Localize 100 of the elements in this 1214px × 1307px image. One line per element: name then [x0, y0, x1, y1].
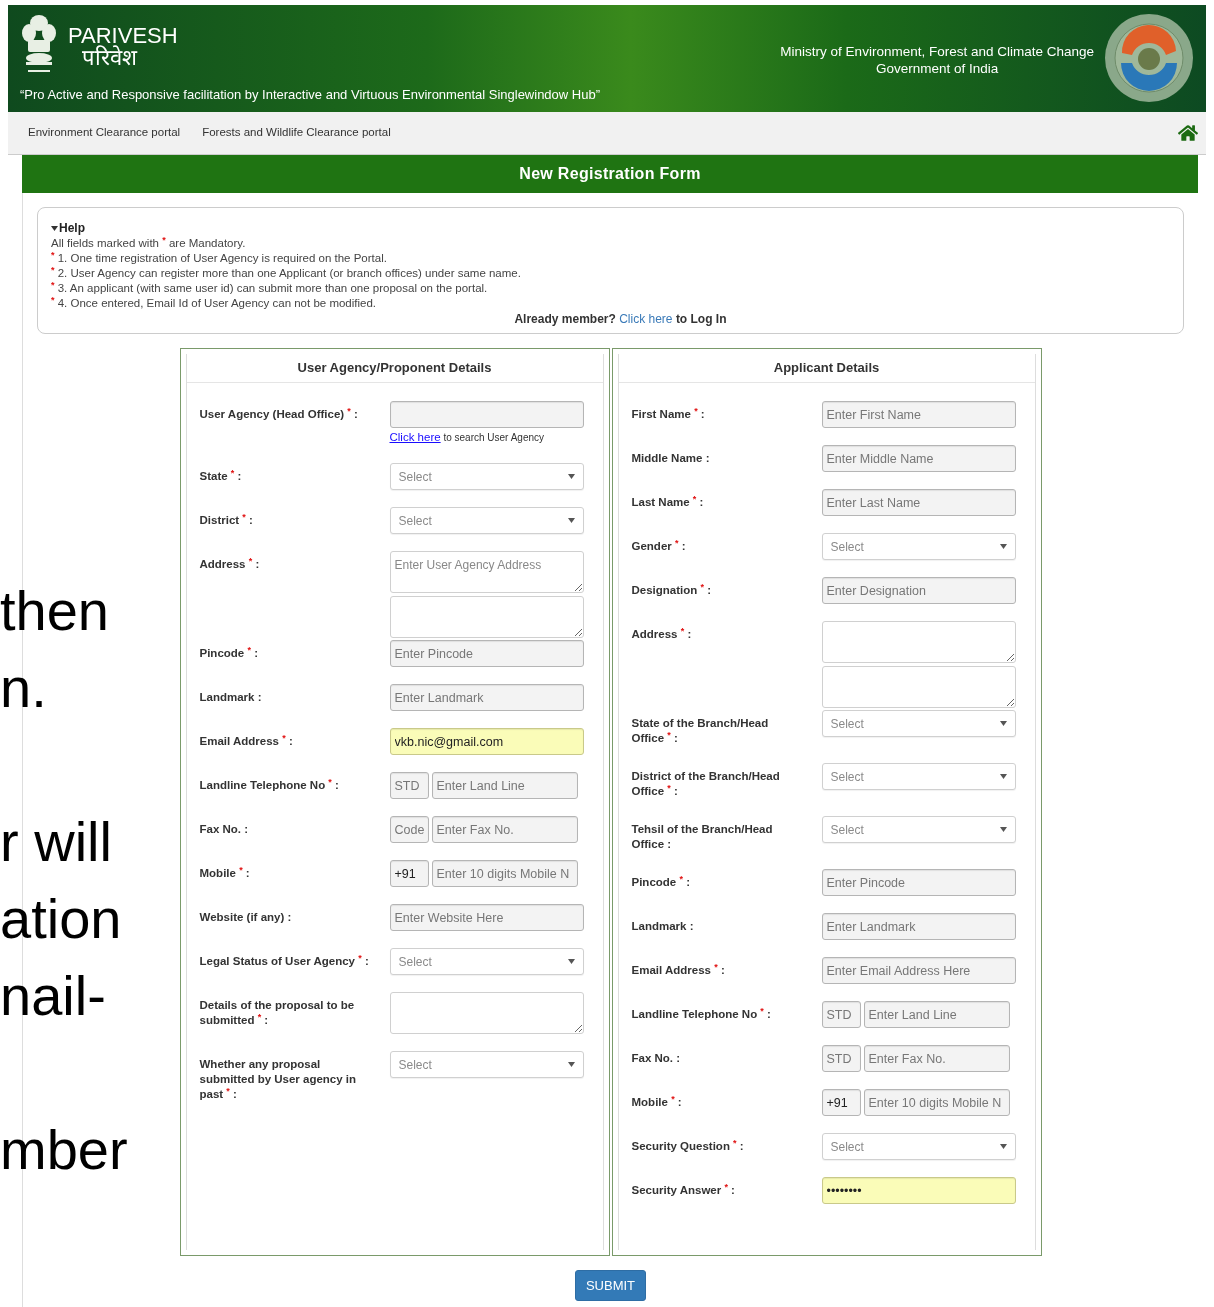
help-text: All fields marked with $^{*}$ are Mandatory.: [51, 236, 247, 251]
field-label: Email Address $^{*}$ :: [199, 735, 293, 748]
text-input[interactable]: Enter Land Line: [863, 1001, 1010, 1028]
text-input[interactable]: Enter Land Line: [431, 772, 578, 800]
slide-text: r will: [0, 809, 113, 875]
submit-button[interactable]: SUBMIT: [574, 1270, 647, 1301]
prefix-input[interactable]: STD: [821, 1001, 861, 1028]
select-field[interactable]: Select: [821, 816, 1016, 843]
address-area[interactable]: Enter User Agency Address: [389, 551, 584, 594]
text-input[interactable]: Enter Fax No.: [431, 816, 578, 844]
address-area[interactable]: [821, 666, 1016, 708]
field-label: Last Name $^{*}$ :: [631, 496, 704, 508]
field-label: Landmark :: [199, 691, 262, 704]
text-input[interactable]: Enter Landmark: [389, 684, 584, 712]
slide-text: n.: [0, 655, 48, 721]
field-label: Tehsil of the Branch/Head Office :: [631, 823, 773, 850]
text-input[interactable]: Enter Fax No.: [863, 1045, 1010, 1072]
field-label: Pincode $^{*}$ :: [199, 647, 258, 660]
slide-text: ation: [0, 886, 123, 952]
select-field[interactable]: Select: [389, 507, 584, 535]
field-label: Details of the proposal to be submitted $^{*}$ :: [199, 999, 355, 1027]
emblem-logo: [20, 13, 58, 75]
select-field[interactable]: Select: [821, 1133, 1016, 1160]
text-input[interactable]: Enter Landmark: [821, 913, 1016, 940]
field-label: Email Address $^{*}$ :: [631, 964, 725, 976]
prefix-input[interactable]: STD: [389, 772, 429, 800]
text-input[interactable]: Enter Designation: [821, 577, 1016, 604]
field-label: Landline Telephone No $^{*}$ :: [631, 1008, 771, 1020]
text-input[interactable]: [389, 401, 584, 428]
text-input[interactable]: Enter Pincode: [389, 640, 584, 668]
caret-icon: [567, 474, 575, 480]
caret-icon: [567, 518, 575, 524]
slide-text: then: [0, 578, 110, 644]
prefix-input[interactable]: +91: [821, 1089, 861, 1116]
caret-icon: [999, 774, 1007, 779]
login-link[interactable]: Click here: [619, 312, 673, 326]
site-title-hindi: परिवेश: [82, 47, 139, 69]
prefix-input[interactable]: +91: [389, 860, 429, 888]
government-name: Government of India: [876, 60, 999, 77]
field-label: Whether any proposal submitted by User agency in past $^{*}$ :: [199, 1058, 357, 1101]
caret-icon: [567, 959, 575, 965]
panel-title: User Agency/Proponent Details: [297, 359, 492, 378]
field-label: Middle Name :: [631, 452, 710, 464]
field-label: Fax No. :: [199, 823, 249, 836]
field-label: Address $^{*}$ :: [631, 628, 692, 640]
select-field[interactable]: Select: [389, 463, 584, 491]
select-field[interactable]: Select: [821, 763, 1016, 790]
login-prompt: Already member? Click here to Log In: [514, 312, 727, 327]
select-field[interactable]: Select: [389, 1051, 584, 1079]
home-icon[interactable]: [1178, 124, 1198, 142]
search-link[interactable]: Click here: [389, 431, 441, 443]
text-input[interactable]: Enter Pincode: [821, 869, 1016, 896]
field-label: Mobile $^{*}$ :: [199, 867, 250, 880]
help-toggle[interactable]: Help: [51, 221, 85, 236]
text-input[interactable]: Enter 10 digits Mobile N: [863, 1089, 1010, 1116]
nav-link[interactable]: Environment Clearance portal: [28, 124, 181, 142]
help-text: $^{*}$ 1. One time registration of User Agency is required on the Portal.: [51, 251, 388, 266]
field-label: First Name $^{*}$ :: [631, 408, 705, 420]
text-input[interactable]: ••••••••: [821, 1177, 1016, 1204]
site-tagline: “Pro Active and Responsive facilitation by Interactive and Virtuous Environmental Singlewindow Hub”: [20, 85, 600, 104]
text-input[interactable]: Enter Middle Name: [821, 445, 1016, 472]
prefix-input[interactable]: Code: [389, 816, 429, 844]
address-area[interactable]: [389, 596, 584, 639]
text-input[interactable]: Enter First Name: [821, 401, 1016, 428]
field-label: District $^{*}$ :: [199, 514, 253, 527]
search-hint: Click here to search User Agency: [389, 430, 546, 445]
caret-icon: [999, 544, 1007, 549]
prefix-input[interactable]: STD: [821, 1045, 861, 1072]
text-input[interactable]: Enter Email Address Here: [821, 957, 1016, 984]
field-label: State $^{*}$ :: [199, 470, 242, 483]
field-label: State of the Branch/Head Office $^{*}$ :: [631, 717, 769, 744]
field-label: Fax No. :: [631, 1052, 681, 1064]
panel-title: Applicant Details: [773, 359, 880, 378]
field-label: Pincode $^{*}$ :: [631, 876, 690, 888]
field-label: Mobile $^{*}$ :: [631, 1096, 682, 1108]
select-field[interactable]: Select: [389, 948, 584, 976]
slide-text: mber: [0, 1117, 128, 1183]
field-label: Landline Telephone No $^{*}$ :: [199, 779, 339, 792]
select-field[interactable]: Select: [821, 710, 1016, 737]
field-label: Address $^{*}$ :: [199, 558, 260, 571]
select-field[interactable]: Select: [821, 533, 1016, 560]
text-input[interactable]: Enter 10 digits Mobile N: [431, 860, 578, 888]
caret-icon: [999, 827, 1007, 832]
caret-icon: [567, 1062, 575, 1068]
field-label: Landmark :: [631, 920, 694, 932]
address-area[interactable]: [821, 621, 1016, 663]
text-area[interactable]: [389, 992, 584, 1035]
caret-icon: [51, 226, 58, 231]
form-title: New Registration Form: [519, 164, 701, 184]
ministry-name: Ministry of Environment, Forest and Climate Change: [780, 43, 1094, 60]
text-input[interactable]: Enter Last Name: [821, 489, 1016, 516]
nav-link[interactable]: Forests and Wildlife Clearance portal: [202, 124, 391, 142]
field-label: Legal Status of User Agency $^{*}$ :: [199, 955, 369, 968]
text-input[interactable]: Enter Website Here: [389, 904, 584, 932]
caret-icon: [999, 721, 1007, 726]
text-input[interactable]: vkb.nic@gmail.com: [389, 728, 584, 756]
field-label: Designation $^{*}$ :: [631, 584, 712, 596]
help-text: $^{*}$ 4. Once entered, Email Id of User Agency can not be modified.: [51, 296, 378, 311]
help-text: $^{*}$ 2. User Agency can register more than one Applicant (or branch offices) under same name.: [51, 266, 522, 281]
field-label: Security Question $^{*}$ :: [631, 1140, 744, 1152]
